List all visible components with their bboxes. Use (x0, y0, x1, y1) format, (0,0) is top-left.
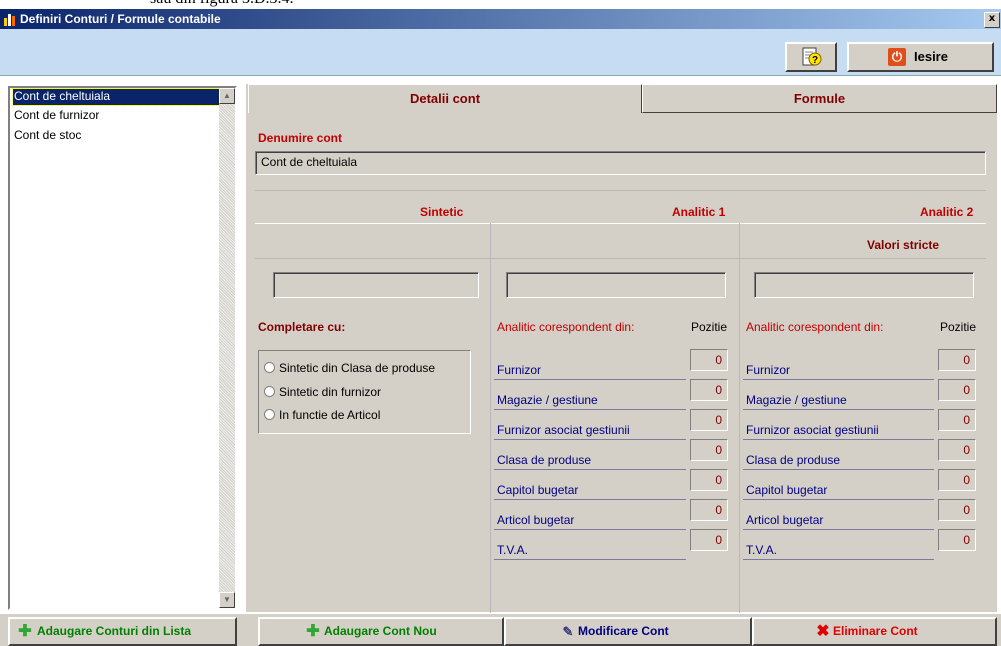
analitic1-pozitie-header: Pozitie (691, 320, 728, 334)
account-name-value: Cont de cheltuiala (261, 155, 358, 169)
pozitie-field[interactable]: 0 (938, 349, 976, 371)
radio-icon (264, 386, 275, 397)
tab-detalii-cont[interactable]: Detalii cont (248, 84, 642, 113)
accounts-listbox[interactable]: Cont de cheltuiala Cont de furnizor Cont… (8, 86, 237, 610)
pozitie-field[interactable]: 0 (938, 529, 976, 551)
analitic-row-label: Capitol bugetar (497, 483, 579, 497)
delete-account-button[interactable]: ✖ Eliminare Cont (752, 617, 997, 646)
divider (255, 223, 986, 224)
row-underline (743, 379, 934, 380)
analitic1-header: Analitic corespondent din: (497, 320, 635, 334)
row-underline (743, 529, 934, 530)
pozitie-field[interactable]: 0 (938, 379, 976, 401)
list-item[interactable]: Cont de cheltuiala (12, 88, 227, 106)
row-underline (494, 529, 686, 530)
edit-icon: ✎ (562, 624, 574, 639)
help-document-icon: ? (802, 47, 822, 66)
row-underline (743, 439, 934, 440)
analitic-row-label: Articol bugetar (497, 513, 575, 527)
row-underline (743, 559, 934, 560)
add-from-list-button[interactable]: ✚ Adaugare Conturi din Lista (8, 617, 237, 646)
analitic-row-label: Furnizor asociat gestiunii (746, 423, 879, 437)
analitic2-pozitie-header: Pozitie (940, 320, 977, 334)
valori-stricte-label: Valori stricte (867, 238, 940, 252)
analitic2-header: Analitic corespondent din: (746, 320, 884, 334)
row-underline (494, 499, 686, 500)
analitic-row-label: Clasa de produse (497, 453, 592, 467)
pozitie-field[interactable]: 0 (690, 439, 728, 461)
pozitie-field[interactable]: 0 (690, 349, 728, 371)
row-underline (743, 499, 934, 500)
analitic-row-label: T.V.A. (497, 543, 528, 557)
pozitie-field[interactable]: 0 (938, 469, 976, 491)
window-titlebar: Definiri Conturi / Formule contabile x (0, 9, 1001, 29)
analitic-row-label: Clasa de produse (746, 453, 841, 467)
row-underline (494, 439, 686, 440)
analitic-row-label: Furnizor (746, 363, 791, 377)
pozitie-field[interactable]: 0 (938, 499, 976, 521)
document-text-fragment: sau din figura 3.D.3.4. (150, 0, 294, 8)
account-name-field[interactable]: Cont de cheltuiala (255, 151, 986, 175)
radio-sintetic-clasa[interactable]: Sintetic din Clasa de produse (264, 360, 464, 376)
radio-icon (264, 362, 275, 373)
analitic-row-label: T.V.A. (746, 543, 777, 557)
completare-label: Completare cu: (258, 320, 346, 334)
pozitie-field[interactable]: 0 (690, 469, 728, 491)
list-scrollbar[interactable]: ▲ ▼ (219, 88, 235, 608)
add-new-account-button[interactable]: ✚ Adaugare Cont Nou (258, 617, 504, 646)
analitic2-field[interactable] (754, 272, 974, 298)
pozitie-field[interactable]: 0 (690, 529, 728, 551)
radio-functie-articol[interactable]: In functie de Articol (264, 407, 464, 423)
col-analitic1-label: Analitic 1 (672, 205, 726, 219)
radio-sintetic-furnizor[interactable]: Sintetic din furnizor (264, 384, 464, 400)
row-underline (494, 379, 686, 380)
row-underline (494, 469, 686, 470)
sintetic-field[interactable] (273, 272, 479, 298)
plus-icon: ✚ (18, 623, 32, 640)
row-underline (494, 409, 686, 410)
close-button[interactable]: x (984, 12, 1000, 28)
analitic-row-label: Furnizor (497, 363, 542, 377)
col-analitic2-label: Analitic 2 (920, 205, 974, 219)
analitic-row-label: Furnizor asociat gestiunii (497, 423, 630, 437)
account-name-label: Denumire cont (258, 131, 343, 145)
plus-icon: ✚ (306, 623, 320, 640)
list-item[interactable]: Cont de stoc (13, 128, 226, 144)
exit-label: Iesire (914, 49, 948, 64)
row-underline (743, 409, 934, 410)
completare-radio-group: Sintetic din Clasa de produse Sintetic d… (258, 350, 471, 434)
tab-formule[interactable]: Formule (642, 84, 997, 113)
power-icon: ⏻ (888, 48, 906, 66)
window-title: Definiri Conturi / Formule contabile (20, 12, 221, 26)
analitic-row-label: Articol bugetar (746, 513, 824, 527)
column-divider (490, 223, 491, 613)
pozitie-field[interactable]: 0 (690, 409, 728, 431)
scroll-up-icon[interactable]: ▲ (219, 88, 235, 104)
delete-x-icon: ✖ (816, 623, 830, 640)
exit-button[interactable]: ⏻ Iesire (847, 42, 994, 72)
pozitie-field[interactable]: 0 (690, 379, 728, 401)
analitic-row-label: Magazie / gestiune (497, 393, 598, 407)
analitic1-field[interactable] (506, 272, 726, 298)
scroll-down-icon[interactable]: ▼ (219, 592, 235, 608)
radio-icon (264, 409, 275, 420)
divider (255, 258, 986, 259)
pozitie-field[interactable]: 0 (938, 409, 976, 431)
pozitie-field[interactable]: 0 (938, 439, 976, 461)
modify-account-button[interactable]: ✎ Modificare Cont (504, 617, 752, 646)
row-underline (743, 469, 934, 470)
svg-text:?: ? (812, 55, 818, 66)
column-divider (739, 223, 740, 613)
divider (255, 190, 986, 191)
help-button[interactable]: ? (785, 42, 837, 72)
analitic-row-label: Capitol bugetar (746, 483, 828, 497)
row-underline (494, 559, 686, 560)
chart-app-icon (4, 14, 15, 26)
col-sintetic-label: Sintetic (420, 205, 464, 219)
pozitie-field[interactable]: 0 (690, 499, 728, 521)
list-item[interactable]: Cont de furnizor (13, 108, 226, 124)
analitic-row-label: Magazie / gestiune (746, 393, 847, 407)
